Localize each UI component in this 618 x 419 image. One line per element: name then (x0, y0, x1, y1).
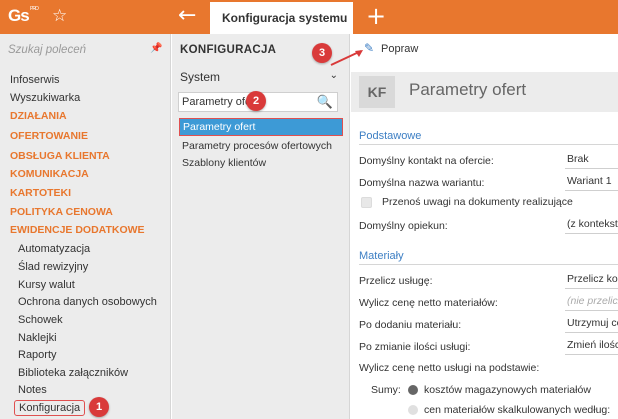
sidebar-item-kursy-walut[interactable]: Kursy walut (18, 279, 75, 291)
callout-badge-3: 3 (312, 43, 332, 63)
sidebar-section-polityka-cenowa[interactable]: POLITYKA CENOWA (10, 206, 113, 218)
field-wylicz-cene-materialow[interactable]: (nie przeliczaj) (565, 293, 618, 311)
checkbox-przenos-uwagi[interactable] (361, 197, 372, 208)
label-domyslny-opiekun: Domyślny opiekun: (359, 220, 448, 232)
tab-konfiguracja-systemu[interactable]: Konfiguracja systemu (210, 2, 353, 34)
sidebar-item-notes[interactable]: Notes (18, 384, 47, 396)
new-tab-plus-icon[interactable]: + (366, 2, 386, 30)
top-bar: Gs PRO ☆ ← Konfiguracja systemu + (0, 0, 618, 34)
config-panel-title: KONFIGURACJA (180, 44, 277, 56)
app-logo[interactable]: Gs PRO (8, 6, 39, 28)
kf-badge: KF (359, 76, 395, 108)
field-po-dodaniu-materialu[interactable]: Utrzymuj cenę (565, 315, 618, 333)
sidebar-section-ofertowanie[interactable]: OFERTOWANIE (10, 130, 88, 142)
field-przelicz-usluge[interactable]: Przelicz kosz (565, 271, 618, 289)
divider (359, 264, 618, 265)
label-przelicz-usluge: Przelicz usługę: (359, 275, 433, 287)
page-header: KF Parametry ofert (351, 72, 618, 112)
sidebar-section-komunikacja[interactable]: KOMUNIKACJA (10, 168, 89, 180)
sidebar-item-infoserwis[interactable]: Infoserwis (10, 74, 60, 86)
sidebar-section-kartoteki[interactable]: KARTOTEKI (10, 187, 71, 199)
system-dropdown[interactable]: System ⌄ (180, 70, 342, 86)
sidebar-item-biblioteka-zalacznikow[interactable]: Biblioteka załączników (18, 367, 128, 379)
search-icon[interactable]: 🔍 (317, 94, 333, 110)
sidebar-item-konfiguracja[interactable]: Konfiguracja (14, 400, 86, 416)
sidebar-item-wyszukiwarka[interactable]: Wyszukiwarka (10, 92, 80, 104)
label-wylicz-cene-uslugi: Wylicz cenę netto usługi na podstawie: (359, 362, 540, 374)
config-item-szablony-klientow[interactable]: Szablony klientów (182, 157, 266, 169)
config-item-parametry-ofert[interactable]: Parametry ofert (179, 118, 343, 136)
sidebar-section-obsluga-klienta[interactable]: OBSŁUGA KLIENTA (10, 150, 110, 162)
label-po-zmianie-ilosci: Po zmianie ilości usługi: (359, 341, 471, 353)
system-dropdown-value: System (180, 70, 221, 84)
field-domyslna-nazwa-wariantu[interactable]: Wariant 1 (565, 173, 618, 191)
field-po-zmianie-ilosci[interactable]: Zmień ilości (565, 337, 618, 355)
callout-badge-1: 1 (89, 397, 109, 417)
pin-icon[interactable]: 📌 (150, 43, 162, 54)
sidebar: Szukaj poleceń 📌 Infoserwis Wyszukiwarka… (0, 34, 171, 419)
sidebar-item-automatyzacja[interactable]: Automatyzacja (18, 243, 90, 255)
sidebar-item-ochrona-danych[interactable]: Ochrona danych osobowych (18, 296, 157, 308)
label-domyslna-nazwa-wariantu: Domyślna nazwa wariantu: (359, 177, 485, 189)
radio-koszty-magazynowe[interactable] (408, 385, 418, 395)
label-przenos-uwagi: Przenoś uwagi na dokumenty realizujące (382, 196, 573, 208)
callout-arrow (330, 50, 363, 66)
page-title: Parametry ofert (409, 80, 527, 99)
divider (359, 144, 618, 145)
label-sumy: Sumy: (371, 384, 401, 396)
sidebar-item-slad-rewizyjny[interactable]: Ślad rewizyjny (18, 261, 88, 273)
callout-badge-2: 2 (246, 91, 266, 111)
sidebar-item-raporty[interactable]: Raporty (18, 349, 57, 361)
label-koszty-magazynowe: kosztów magazynowych materiałów (424, 384, 591, 396)
label-po-dodaniu-materialu: Po dodaniu materiału: (359, 319, 462, 331)
logo-sup: PRO (30, 6, 39, 12)
config-item-parametry-procesow[interactable]: Parametry procesów ofertowych (182, 140, 332, 152)
field-domyslny-opiekun[interactable]: (z kontekstu) (565, 216, 618, 234)
group-title-podstawowe: Podstawowe (359, 130, 422, 142)
field-domyslny-kontakt[interactable]: Brak (565, 151, 618, 169)
sidebar-item-schowek[interactable]: Schowek (18, 314, 63, 326)
back-arrow-icon[interactable]: ← (178, 3, 196, 28)
content-toolbar: ✎ Popraw (351, 34, 618, 62)
sidebar-section-dzialania[interactable]: DZIAŁANIA (10, 110, 67, 122)
sidebar-section-ewidencje-dodatkowe[interactable]: EWIDENCJE DODATKOWE (10, 224, 145, 236)
label-domyslny-kontakt: Domyślny kontakt na ofercie: (359, 155, 494, 167)
label-wylicz-cene-materialow: Wylicz cenę netto materiałów: (359, 297, 498, 309)
label-ceny-skalkulowane: cen materiałów skalkulowanych według: (424, 404, 611, 416)
radio-ceny-skalkulowane[interactable] (408, 405, 418, 415)
group-title-materialy: Materiały (359, 250, 404, 262)
favorites-star-icon[interactable]: ☆ (52, 6, 67, 26)
logo-text: Gs (8, 6, 30, 25)
app-window: Gs PRO ☆ ← Konfiguracja systemu + Szukaj… (0, 0, 618, 419)
chevron-down-icon: ⌄ (329, 70, 338, 81)
main-content: ✎ Popraw KF Parametry ofert Podstawowe D… (351, 34, 618, 419)
popraw-button[interactable]: Popraw (381, 43, 418, 55)
command-search-input[interactable]: Szukaj poleceń (8, 44, 158, 56)
sidebar-item-naklejki[interactable]: Naklejki (18, 332, 57, 344)
